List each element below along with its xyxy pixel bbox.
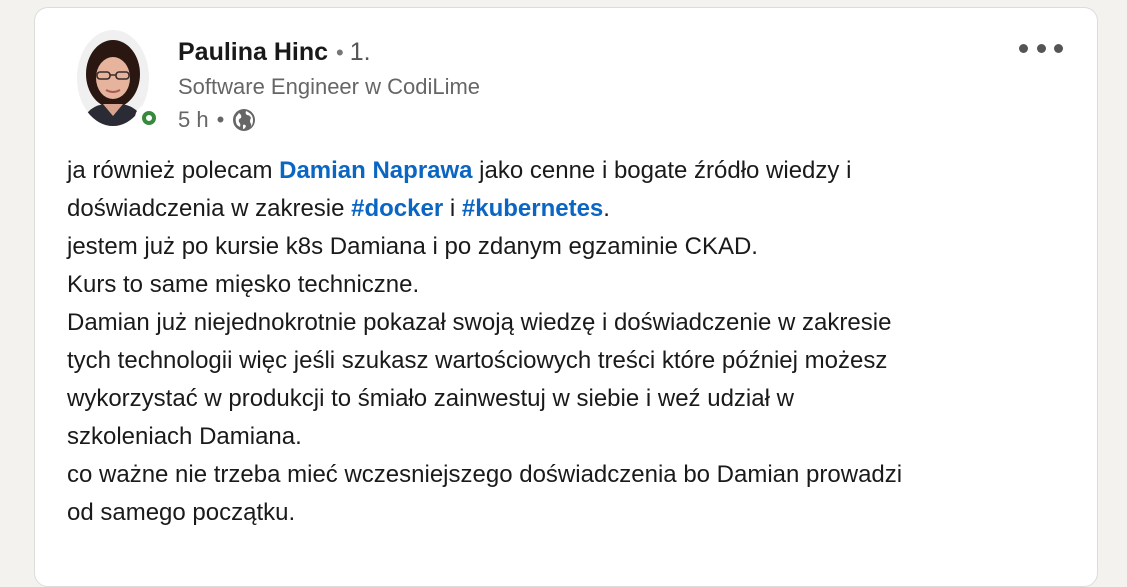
ellipsis-icon (1054, 43, 1063, 53)
post-time[interactable]: 5 h (178, 107, 209, 133)
post-line: wykorzystać w produkcji to śmiało zainwe… (67, 385, 794, 412)
post-body: ja również polecam Damian Naprawa jako c… (67, 152, 1077, 532)
post-text: doświadczenia w zakresie (67, 195, 352, 222)
post-text: ja również polecam (67, 157, 280, 184)
online-status-icon (135, 104, 163, 132)
hashtag-link[interactable]: #docker (351, 195, 443, 222)
post-line: od samego początku. (67, 499, 296, 526)
hashtag-link[interactable]: #kubernetes (462, 195, 603, 222)
meta-separator: • (216, 107, 225, 132)
post-meta: 5 h • (178, 107, 256, 133)
post-line: szkoleniach Damiana. (67, 423, 302, 450)
ellipsis-icon (1036, 43, 1046, 53)
more-options-button[interactable] (1019, 38, 1063, 58)
mention-link[interactable]: Damian Naprawa (279, 157, 472, 184)
name-separator: • (336, 40, 344, 65)
post-line: co ważne nie trzeba mieć wczesniejszego … (67, 461, 903, 488)
author-name-line: Paulina Hinc • 1. (178, 38, 371, 67)
post-text: . (603, 195, 610, 222)
connection-degree: 1. (349, 38, 371, 66)
post-text: jako cenne i bogate źródło wiedzy i (472, 157, 852, 184)
author-headline: Software Engineer w CodiLime (178, 74, 481, 99)
post-text: i (443, 195, 462, 222)
globe-icon (233, 109, 256, 131)
post-line: doświadczenia w zakresie #docker i #kube… (67, 190, 1077, 228)
post-line: jestem już po kursie k8s Damiana i po zd… (67, 233, 758, 260)
post-line: Kurs to same mięsko techniczne. (67, 271, 420, 298)
post-card: Paulina Hinc • 1. Software Engineer w Codi… (34, 7, 1098, 587)
post-line: Damian już niejednokrotnie pokazał swoją… (67, 309, 892, 336)
post-line: ja również polecam Damian Naprawa jako c… (67, 152, 1077, 190)
post-line: tych technologii więc jeśli szukasz wart… (67, 347, 888, 374)
ellipsis-icon (1019, 43, 1028, 53)
author-name[interactable]: Paulina Hinc (178, 38, 328, 66)
